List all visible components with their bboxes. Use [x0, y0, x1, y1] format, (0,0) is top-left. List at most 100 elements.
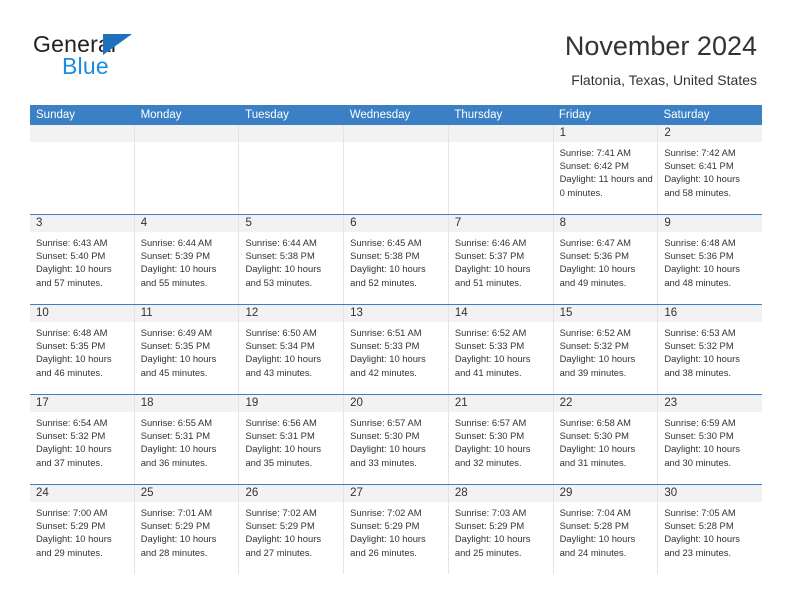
day-number: 14 [448, 305, 553, 322]
calendar-day-cell[interactable]: 22 Sunrise: 6:58 AM Sunset: 5:30 PM Dayligh… [553, 395, 659, 484]
sunset-time: Sunset: 5:30 PM [559, 430, 629, 442]
sunrise-time: Sunrise: 7:05 AM [664, 507, 736, 518]
sunset-time: Sunset: 5:32 PM [559, 340, 629, 352]
calendar-day-cell[interactable]: 1 Sunrise: 7:41 AM Sunset: 6:42 PM Daylight… [553, 125, 659, 214]
sunrise-time: Sunrise: 7:41 AM [559, 147, 631, 158]
daylight-duration: Daylight: 10 hours and 41 minutes. [454, 353, 531, 378]
sunrise-time: Sunrise: 6:49 AM [140, 327, 213, 338]
day-number: 12 [239, 305, 344, 322]
sunrise-time: Sunrise: 7:42 AM [664, 147, 736, 158]
day-sun-info: Sunrise: 6:56 AM Sunset: 5:31 PM Daylight:… [239, 412, 343, 469]
sunrise-time: Sunrise: 7:01 AM [140, 507, 213, 518]
calendar-day-cell[interactable]: 21 Sunrise: 6:57 AM Sunset: 5:30 PM Dayligh… [448, 395, 554, 484]
calendar-day-cell[interactable]: 23 Sunrise: 6:59 AM Sunset: 5:30 PM Dayligh… [658, 395, 763, 484]
calendar-day-cell[interactable]: 16 Sunrise: 6:53 AM Sunset: 5:32 PM Dayligh… [658, 305, 763, 394]
day-sun-info: Sunrise: 6:45 AM Sunset: 5:38 PM Daylight:… [344, 232, 448, 289]
calendar-day-cell[interactable]: 24 Sunrise: 7:00 AM Sunset: 5:29 PM Dayligh… [30, 485, 135, 574]
day-number: 8 [553, 215, 658, 232]
day-number: 19 [239, 395, 344, 412]
calendar-day-cell[interactable]: 20 Sunrise: 6:57 AM Sunset: 5:30 PM Dayligh… [344, 395, 449, 484]
calendar-week-row: 24 Sunrise: 7:00 AM Sunset: 5:29 PM Dayligh… [30, 484, 763, 574]
day-number: 2 [658, 125, 763, 142]
day-sun-info: Sunrise: 7:01 AM Sunset: 5:29 PM Daylight:… [135, 502, 239, 559]
daylight-duration: Daylight: 10 hours and 52 minutes. [350, 263, 426, 288]
calendar-day-cell[interactable]: 13 Sunrise: 6:51 AM Sunset: 5:33 PM Dayligh… [344, 305, 449, 394]
page-title: November 2024 [564, 31, 757, 61]
calendar-day-cell[interactable]: 10 Sunrise: 6:48 AM Sunset: 5:35 PM Dayligh… [30, 305, 135, 394]
day-sun-info: Sunrise: 6:52 AM Sunset: 5:32 PM Daylight:… [554, 322, 658, 379]
day-number: 15 [553, 305, 658, 322]
calendar-day-cell[interactable]: 12 Sunrise: 6:50 AM Sunset: 5:34 PM Dayligh… [239, 305, 345, 394]
daylight-duration: Daylight: 10 hours and 58 minutes. [664, 173, 740, 198]
daylight-duration: Daylight: 10 hours and 30 minutes. [664, 443, 740, 468]
calendar-day-cell[interactable]: 27 Sunrise: 7:02 AM Sunset: 5:29 PM Dayligh… [344, 485, 449, 574]
daylight-duration: Daylight: 10 hours and 29 minutes. [36, 533, 112, 558]
calendar-day-cell[interactable]: 9 Sunrise: 6:48 AM Sunset: 5:36 PM Daylight… [658, 215, 763, 304]
sunrise-time: Sunrise: 6:56 AM [245, 417, 317, 428]
sunset-time: Sunset: 5:29 PM [140, 520, 211, 532]
general-blue-logo[interactable]: General Blue [33, 31, 243, 87]
daylight-duration: Daylight: 10 hours and 24 minutes. [559, 533, 636, 558]
day-number: 21 [448, 395, 553, 412]
daylight-duration: Daylight: 10 hours and 51 minutes. [454, 263, 531, 288]
sunset-time: Sunset: 5:34 PM [245, 340, 315, 352]
calendar-day-cell[interactable]: 11 Sunrise: 6:49 AM Sunset: 5:35 PM Dayligh… [134, 305, 240, 394]
calendar-day-cell[interactable]: 14 Sunrise: 6:52 AM Sunset: 5:33 PM Dayligh… [448, 305, 554, 394]
calendar-day-cell[interactable]: 6 Sunrise: 6:45 AM Sunset: 5:38 PM Daylight… [344, 215, 449, 304]
calendar-day-cell[interactable]: 26 Sunrise: 7:02 AM Sunset: 5:29 PM Dayligh… [239, 485, 345, 574]
sunset-time: Sunset: 5:30 PM [454, 430, 525, 442]
day-number: 18 [134, 395, 239, 412]
calendar-day-cell[interactable]: 18 Sunrise: 6:55 AM Sunset: 5:31 PM Dayligh… [134, 395, 240, 484]
calendar-day-cell[interactable]: 30 Sunrise: 7:05 AM Sunset: 5:28 PM Dayligh… [658, 485, 763, 574]
day-number: 7 [448, 215, 553, 232]
daylight-duration: Daylight: 10 hours and 31 minutes. [559, 443, 636, 468]
day-sun-info: Sunrise: 7:03 AM Sunset: 5:29 PM Daylight:… [449, 502, 553, 559]
calendar-day-cell[interactable]: 8 Sunrise: 6:47 AM Sunset: 5:36 PM Daylight… [553, 215, 659, 304]
calendar-day-cell[interactable]: 4 Sunrise: 6:44 AM Sunset: 5:39 PM Daylight… [134, 215, 240, 304]
sunrise-time: Sunrise: 6:54 AM [36, 417, 108, 428]
day-number: 6 [344, 215, 448, 232]
sunrise-time: Sunrise: 6:48 AM [36, 327, 108, 338]
calendar-day-cell[interactable]: 3 Sunrise: 6:43 AM Sunset: 5:40 PM Daylight… [30, 215, 135, 304]
sunrise-time: Sunrise: 7:03 AM [454, 507, 527, 518]
day-number: 17 [30, 395, 134, 412]
calendar-day-cell[interactable]: 28 Sunrise: 7:03 AM Sunset: 5:29 PM Dayligh… [448, 485, 554, 574]
calendar-weeks: 1 Sunrise: 7:41 AM Sunset: 6:42 PM Daylight… [30, 125, 763, 574]
day-sun-info: Sunrise: 7:02 AM Sunset: 5:29 PM Daylight:… [239, 502, 343, 559]
day-number: 23 [658, 395, 763, 412]
daylight-duration: Daylight: 10 hours and 35 minutes. [245, 443, 322, 468]
sunset-time: Sunset: 5:38 PM [350, 250, 420, 262]
calendar-day-cell[interactable]: 19 Sunrise: 6:56 AM Sunset: 5:31 PM Dayligh… [239, 395, 345, 484]
title-block: November 2024 Flatonia, Texas, United St… [565, 30, 757, 89]
calendar-day-cell[interactable]: 17 Sunrise: 6:54 AM Sunset: 5:32 PM Dayligh… [30, 395, 135, 484]
sunset-time: Sunset: 5:33 PM [454, 340, 525, 352]
sunset-time: Sunset: 6:42 PM [559, 160, 629, 172]
calendar-day-cell[interactable]: 2 Sunrise: 7:42 AM Sunset: 6:41 PM Daylight… [658, 125, 763, 214]
calendar-day-cell[interactable]: 25 Sunrise: 7:01 AM Sunset: 5:29 PM Dayligh… [134, 485, 240, 574]
day-number: 1 [553, 125, 658, 142]
daylight-duration: Daylight: 10 hours and 36 minutes. [140, 443, 217, 468]
sunset-time: Sunset: 5:32 PM [36, 430, 106, 442]
page-header: General Blue November 2024 Flatonia, Tex… [0, 0, 792, 100]
sunrise-time: Sunrise: 6:46 AM [454, 237, 527, 248]
calendar-day-empty [134, 125, 240, 214]
calendar-day-cell[interactable]: 29 Sunrise: 7:04 AM Sunset: 5:28 PM Dayligh… [553, 485, 659, 574]
daylight-duration: Daylight: 10 hours and 28 minutes. [140, 533, 217, 558]
day-number: 4 [134, 215, 239, 232]
weekday-friday: Friday [558, 109, 591, 121]
calendar-day-empty [344, 125, 449, 214]
calendar-day-cell[interactable]: 7 Sunrise: 6:46 AM Sunset: 5:37 PM Daylight… [448, 215, 554, 304]
calendar-day-cell[interactable]: 15 Sunrise: 6:52 AM Sunset: 5:32 PM Dayligh… [553, 305, 659, 394]
sunrise-time: Sunrise: 6:48 AM [664, 237, 736, 248]
day-sun-info: Sunrise: 6:52 AM Sunset: 5:33 PM Daylight:… [449, 322, 553, 379]
day-number: 28 [448, 485, 553, 502]
calendar-week-row: 17 Sunrise: 6:54 AM Sunset: 5:32 PM Dayligh… [30, 394, 763, 484]
weekday-wednesday: Wednesday [349, 109, 411, 121]
sunrise-time: Sunrise: 7:02 AM [245, 507, 317, 518]
day-number: 3 [30, 215, 134, 232]
calendar-day-cell[interactable]: 5 Sunrise: 6:44 AM Sunset: 5:38 PM Daylight… [239, 215, 345, 304]
sunrise-time: Sunrise: 6:43 AM [36, 237, 108, 248]
day-sun-info: Sunrise: 7:42 AM Sunset: 6:41 PM Daylight:… [658, 142, 762, 199]
logo-text-blue: Blue [62, 53, 109, 79]
sunrise-time: Sunrise: 6:51 AM [350, 327, 422, 338]
